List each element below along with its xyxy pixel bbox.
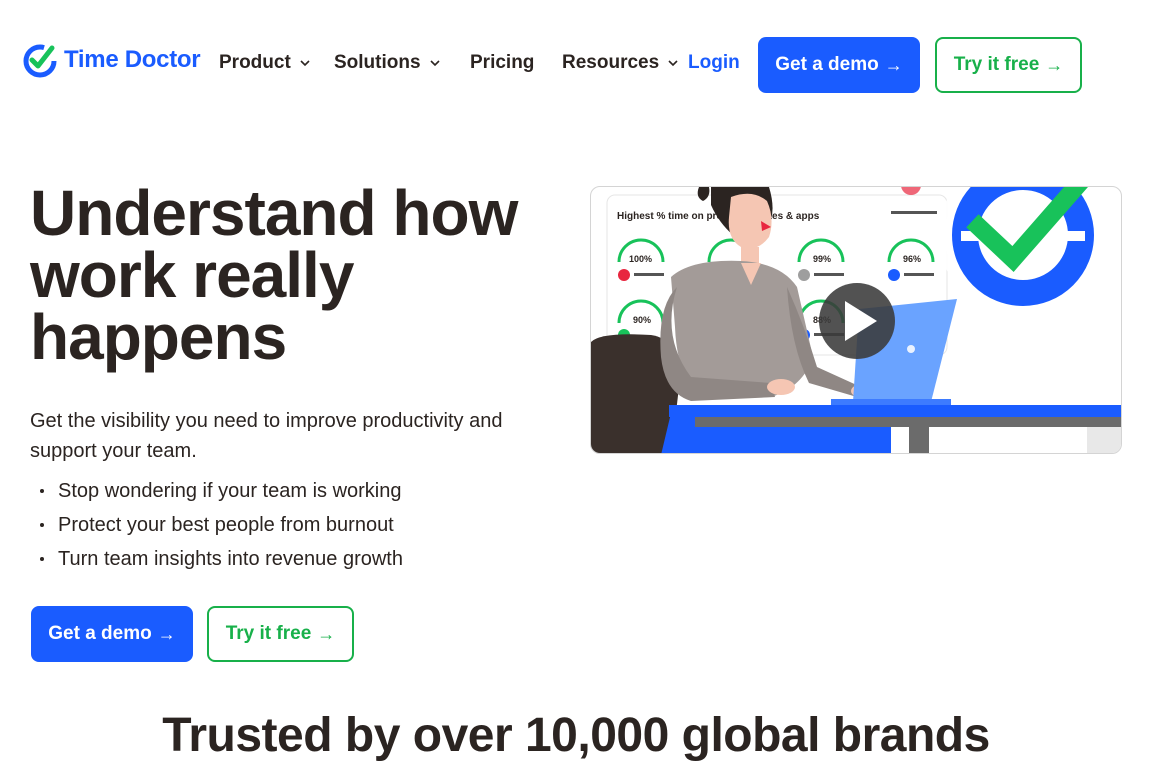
list-item: Turn team insights into revenue growth (40, 542, 403, 576)
hero-video[interactable]: Highest % time on productive sites & app… (590, 186, 1122, 454)
chevron-down-icon (668, 60, 678, 67)
nav-try-free-label: Try it free (953, 54, 1040, 75)
play-icon[interactable] (819, 283, 895, 359)
hero-title: Understand how work really happens (30, 177, 570, 373)
list-item: Stop wondering if your team is working (40, 474, 403, 508)
nav-try-free-button[interactable]: Try it free → (935, 37, 1082, 93)
hero-try-free-label: Try it free (225, 623, 312, 644)
arrow-right-icon: → (157, 623, 176, 644)
stat-value: 90% (633, 315, 651, 325)
list-item: Protect your best people from burnout (40, 508, 403, 542)
stat-value: 99% (813, 254, 831, 264)
nav-get-demo-label: Get a demo (775, 54, 879, 75)
hero-title-line-1: Understand how (30, 177, 518, 249)
hero-get-demo-label: Get a demo (48, 623, 152, 644)
nav-resources-label: Resources (562, 52, 660, 73)
hero-bullet-list: Stop wondering if your team is working P… (40, 474, 403, 576)
stat-value: 100% (629, 254, 652, 264)
nav-product-label: Product (219, 52, 291, 73)
arrow-right-icon: → (884, 54, 903, 75)
hero-get-demo-button[interactable]: Get a demo → (31, 606, 193, 662)
arrow-right-icon: → (317, 623, 336, 644)
hero-title-line-2: work really (30, 239, 354, 311)
top-navigation: Time Doctor Product Solutions Pricing Re… (0, 0, 1152, 128)
logo-text: Time Doctor (64, 46, 201, 73)
nav-pricing-label: Pricing (470, 52, 535, 73)
hero-try-free-button[interactable]: Try it free → (207, 606, 354, 662)
trusted-heading: Trusted by over 10,000 global brands (162, 709, 990, 762)
time-doctor-logo-icon (23, 44, 57, 78)
video-thumbnail: Highest % time on productive sites & app… (591, 187, 1121, 453)
checkmark-badge-icon (939, 187, 1107, 319)
nav-get-demo-button[interactable]: Get a demo → (758, 37, 920, 93)
bullet-icon (40, 523, 44, 527)
bullet-text: Stop wondering if your team is working (58, 480, 402, 502)
stat-value: 96% (903, 254, 921, 264)
arrow-right-icon: → (1045, 54, 1064, 75)
nav-solutions-label: Solutions (334, 52, 421, 73)
bullet-text: Protect your best people from burnout (58, 514, 394, 536)
hero-subtitle: Get the visibility you need to improve p… (30, 410, 503, 462)
chevron-down-icon (429, 60, 440, 67)
bullet-text: Turn team insights into revenue growth (58, 548, 403, 570)
bullet-icon (40, 557, 44, 561)
logo[interactable]: Time Doctor (22, 42, 201, 78)
hero-title-line-3: happens (30, 301, 287, 373)
nav-solutions[interactable]: Solutions (334, 52, 441, 74)
nav-pricing[interactable]: Pricing (470, 52, 534, 74)
nav-product[interactable]: Product (219, 52, 311, 74)
nav-resources[interactable]: Resources (562, 52, 679, 74)
login-label: Login (688, 52, 740, 73)
login-link[interactable]: Login (688, 52, 740, 74)
chevron-down-icon (300, 60, 310, 67)
bullet-icon (40, 489, 44, 493)
